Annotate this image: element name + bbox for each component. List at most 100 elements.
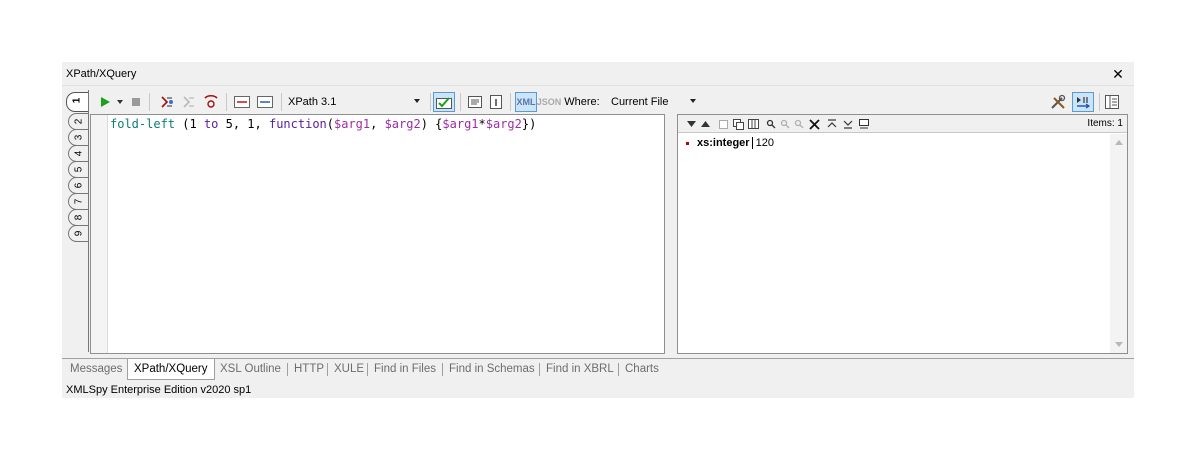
collapse-all-button[interactable]	[826, 117, 838, 131]
wrap-button[interactable]	[858, 117, 870, 131]
tab-7[interactable]: 7	[68, 193, 88, 210]
close-button[interactable]: ✕	[1110, 66, 1126, 82]
result-type: xs:integer	[697, 137, 750, 149]
tab-charts[interactable]: Charts	[619, 359, 665, 379]
result-value: 120	[755, 137, 774, 149]
debug-icon	[161, 96, 173, 108]
find-next-button[interactable]	[780, 117, 790, 131]
xml-mode-toggle[interactable]: XML	[515, 92, 537, 112]
main-toolbar: XPath 3.1 XML JSON Where: Current File	[92, 90, 1128, 114]
triangle-up-icon	[700, 121, 710, 127]
auto-execute-icon	[1077, 97, 1091, 109]
columns-icon	[747, 119, 759, 129]
code-token: ) {	[420, 117, 443, 131]
find-button[interactable]	[766, 117, 776, 131]
clear-results-button[interactable]	[808, 117, 820, 131]
tab-2[interactable]: 2	[68, 113, 88, 130]
wrap-icon	[859, 119, 869, 129]
step-button[interactable]	[180, 92, 198, 112]
triangle-down-icon	[686, 121, 696, 127]
find-previous-button[interactable]	[794, 117, 804, 131]
copy-all-icon	[732, 118, 744, 130]
copy-icon	[718, 119, 728, 129]
tools-icon	[1051, 94, 1066, 109]
code-variable: $arg2	[384, 117, 421, 131]
code-keyword: function	[268, 117, 327, 131]
prev-result-button[interactable]	[700, 117, 710, 131]
stop-button[interactable]	[130, 92, 142, 112]
next-result-button[interactable]	[686, 117, 696, 131]
xpath-xquery-window: XPath/XQuery ✕ 1 2 3 4 5 6 7 8 9 XPath 3…	[62, 62, 1134, 398]
expand-icon	[257, 96, 273, 108]
validate-check-icon	[436, 97, 452, 109]
info-icon	[490, 95, 502, 109]
chevron-down-icon	[690, 99, 696, 103]
collapse-button[interactable]	[233, 92, 251, 112]
find-next-icon	[780, 119, 790, 129]
columns-button[interactable]	[747, 117, 759, 131]
items-count: Items: 1	[1087, 118, 1123, 129]
code-variable: $arg1	[442, 117, 479, 131]
expand-all-button[interactable]	[842, 117, 854, 131]
layout-icon	[1105, 95, 1119, 109]
tab-4[interactable]: 4	[68, 145, 88, 162]
expression-editor[interactable]: fold-left (1 to 5, 1, function($arg1, $a…	[90, 114, 665, 354]
breakpoint-button[interactable]	[202, 92, 220, 112]
tab-5[interactable]: 5	[68, 161, 88, 178]
tab-1[interactable]: 1	[66, 92, 88, 112]
code-variable: $arg1	[334, 117, 371, 131]
tab-3[interactable]: 3	[68, 129, 88, 146]
tab-find-in-files[interactable]: Find in Files	[368, 359, 442, 379]
code-token: (1	[175, 117, 204, 131]
toolbar-separator	[430, 93, 431, 111]
auto-execute-toggle[interactable]	[1072, 92, 1094, 112]
toolbar-separator	[510, 93, 511, 111]
scroll-up-icon[interactable]	[1115, 140, 1123, 145]
where-select[interactable]: Current File	[611, 92, 696, 112]
where-label: Where:	[564, 96, 600, 108]
toolbar-separator	[460, 93, 461, 111]
step-info-button[interactable]	[488, 92, 504, 112]
tab-6[interactable]: 6	[68, 177, 88, 194]
code-function-name: fold-left	[110, 117, 176, 131]
code-keyword: to	[203, 117, 219, 131]
find-previous-icon	[794, 119, 804, 129]
tab-messages[interactable]: Messages	[64, 359, 128, 379]
search-icon	[766, 119, 776, 129]
settings-button[interactable]	[1048, 92, 1068, 112]
run-dropdown-button[interactable]	[116, 92, 124, 112]
close-icon	[808, 118, 820, 130]
tab-find-in-schemas[interactable]: Find in Schemas	[443, 359, 541, 379]
json-mode-toggle[interactable]: JSON	[537, 92, 562, 112]
tab-8[interactable]: 8	[68, 209, 88, 226]
code-token: *	[478, 117, 486, 131]
layout-button[interactable]	[1103, 92, 1121, 112]
code-token: 5, 1,	[218, 117, 269, 131]
tab-xule[interactable]: XULE	[328, 359, 370, 379]
code-token: })	[521, 117, 537, 131]
debug-button[interactable]	[158, 92, 176, 112]
status-bar: XMLSpy Enterprise Edition v2020 sp1	[62, 382, 1134, 398]
run-button[interactable]	[98, 92, 112, 112]
xpath-version-select[interactable]: XPath 3.1	[288, 92, 424, 112]
tab-xpath-xquery[interactable]: XPath/XQuery	[127, 359, 215, 380]
toolbar-separator	[1099, 93, 1100, 111]
copy-button[interactable]	[718, 117, 728, 131]
where-value: Current File	[611, 96, 669, 108]
tab-http[interactable]: HTTP	[288, 359, 330, 379]
status-text: XMLSpy Enterprise Edition v2020 sp1	[66, 384, 252, 396]
tab-xsl-outline[interactable]: XSL Outline	[214, 359, 287, 379]
tab-find-in-xbrl[interactable]: Find in XBRL	[540, 359, 620, 379]
result-row[interactable]: xs:integer 120	[686, 137, 774, 149]
scroll-down-icon[interactable]	[1115, 342, 1123, 347]
text-view-button[interactable]	[467, 92, 483, 112]
results-scrollbar[interactable]	[1110, 134, 1127, 353]
tab-9[interactable]: 9	[68, 225, 88, 242]
chevron-down-icon	[414, 99, 420, 103]
collapse-icon	[234, 96, 250, 108]
copy-all-button[interactable]	[732, 117, 744, 131]
validate-toggle-button[interactable]	[433, 92, 455, 112]
window-title: XPath/XQuery	[66, 68, 137, 80]
text-view-icon	[468, 96, 482, 108]
expand-button[interactable]	[256, 92, 274, 112]
